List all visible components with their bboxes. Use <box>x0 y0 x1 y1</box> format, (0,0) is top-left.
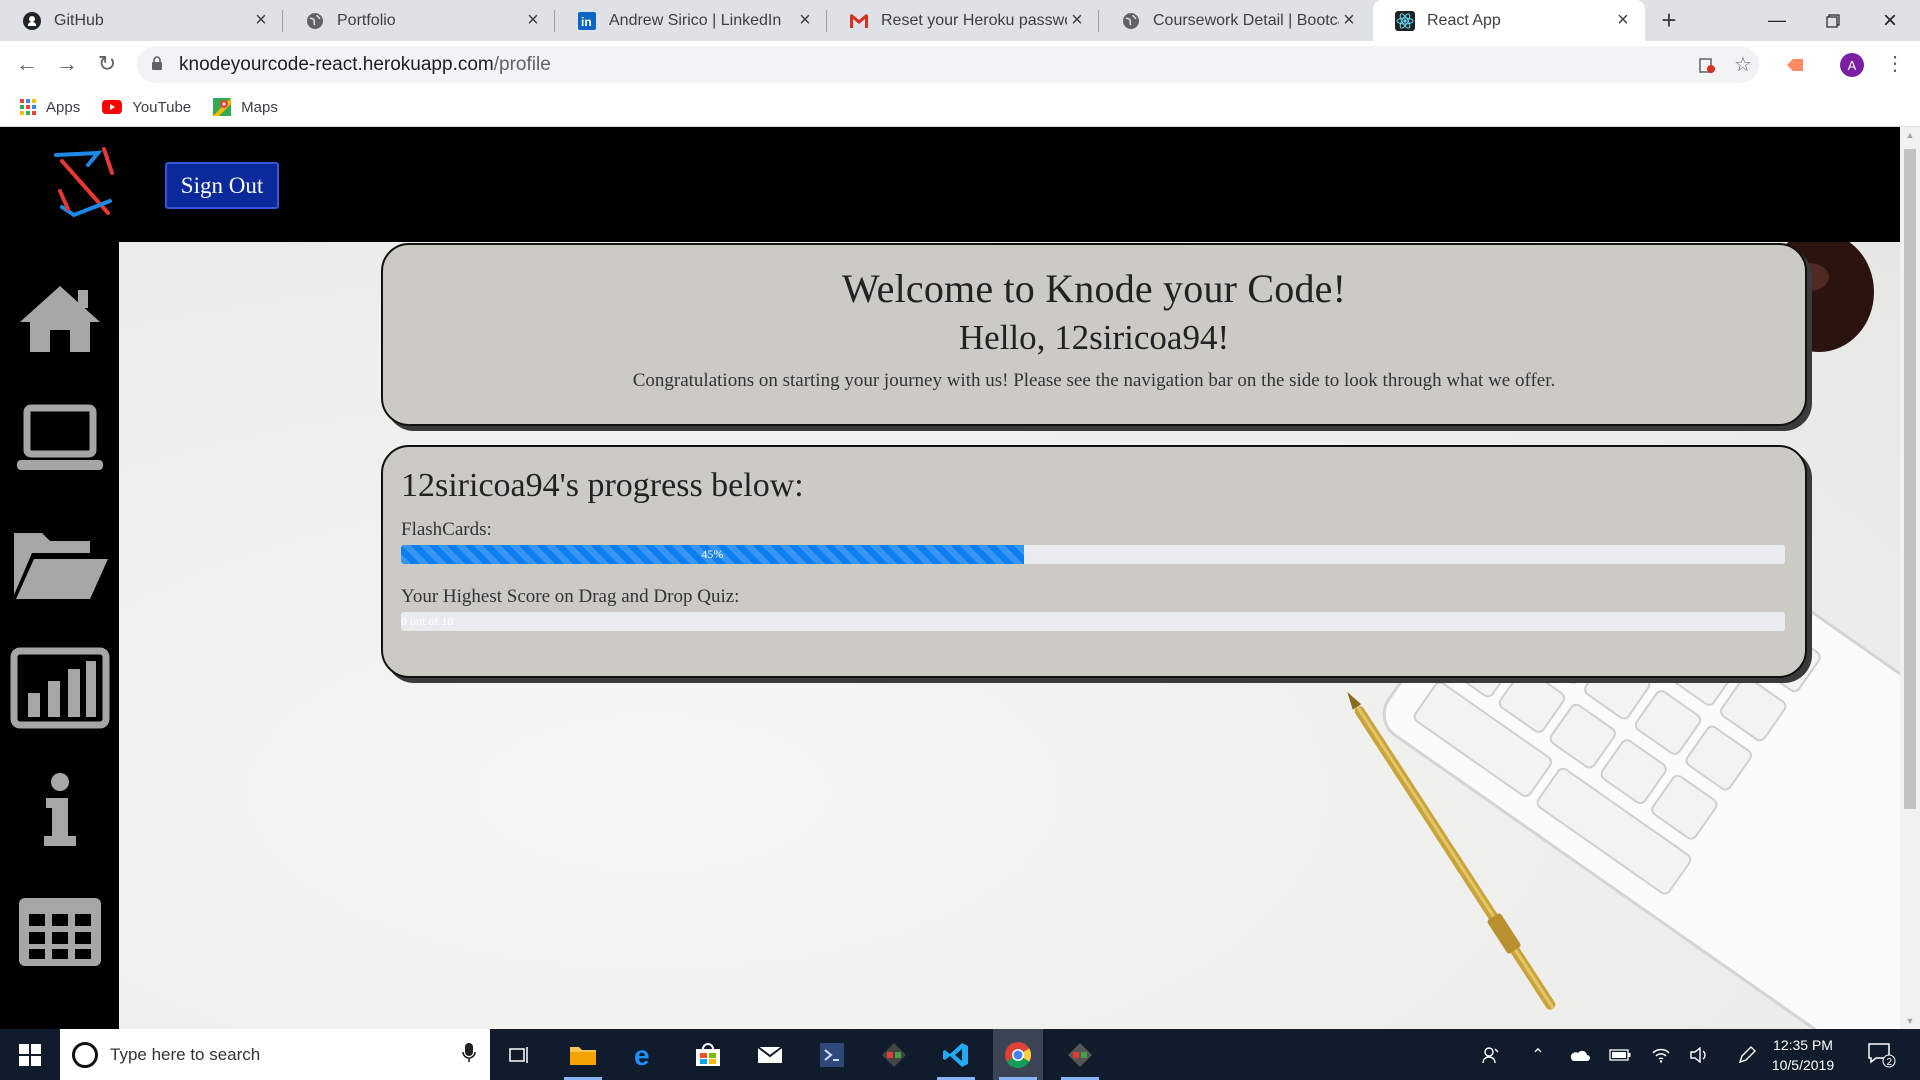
youtube-icon <box>102 100 123 114</box>
top-navbar: Sign Out <box>0 127 1900 242</box>
onedrive-icon[interactable] <box>1564 1029 1594 1080</box>
tab-portfolio[interactable]: Portfolio × <box>283 0 555 41</box>
table-grid-icon[interactable] <box>0 894 119 970</box>
windows-start-icon[interactable] <box>0 1029 60 1080</box>
vscode-icon[interactable] <box>931 1029 981 1080</box>
scrollbar-thumb[interactable] <box>1904 149 1916 809</box>
close-tab-icon[interactable]: × <box>523 9 543 32</box>
folder-open-icon[interactable] <box>0 525 119 601</box>
minimize-icon[interactable]: — <box>1749 0 1805 41</box>
microsoft-store-icon[interactable] <box>683 1029 733 1080</box>
microphone-icon[interactable] <box>462 1043 476 1068</box>
bookmark-youtube[interactable]: YouTube <box>102 99 191 116</box>
url-host: knodeyourcode-react.herokuapp.com <box>179 53 494 75</box>
close-tab-icon[interactable]: × <box>795 9 815 32</box>
home-icon[interactable] <box>0 282 119 354</box>
scroll-down-arrow[interactable]: ▼ <box>1900 1013 1920 1029</box>
action-center-icon[interactable]: 2 <box>1866 1039 1896 1069</box>
app-logo[interactable] <box>48 143 120 223</box>
url-path: /profile <box>493 53 551 75</box>
address-bar[interactable]: knodeyourcode-react.herokuapp.com/profil… <box>137 46 1759 83</box>
task-view-icon[interactable] <box>495 1029 545 1080</box>
profile-avatar[interactable]: A <box>1840 53 1864 77</box>
flashcards-label: FlashCards: <box>401 519 492 540</box>
clock-date: 10/5/2019 <box>1771 1057 1835 1073</box>
quiz-score-bar: 0 out of 10 <box>401 612 1785 631</box>
scroll-up-arrow[interactable]: ▲ <box>1900 127 1920 143</box>
people-icon[interactable] <box>1474 1029 1508 1080</box>
tab-gmail[interactable]: Reset your Heroku password × <box>827 0 1099 41</box>
bookmark-star-icon[interactable]: ☆ <box>1728 46 1758 83</box>
quiz-score-text: 0 out of 10 <box>401 614 454 628</box>
bookmarks-bar: Apps YouTube Maps <box>0 88 1920 127</box>
page-scrollbar[interactable]: ▲ ▼ <box>1900 127 1920 1029</box>
forward-button[interactable]: → <box>50 47 84 81</box>
restore-icon[interactable] <box>1805 0 1861 41</box>
apps-grid-icon <box>20 99 36 115</box>
close-tab-icon[interactable]: × <box>251 9 271 32</box>
blocked-content-icon[interactable] <box>1692 46 1722 83</box>
git-bash-icon[interactable] <box>1055 1029 1105 1080</box>
back-button[interactable]: ← <box>10 47 44 81</box>
page-viewport: Sign Out Welcome to Knode your Code! Hel… <box>0 127 1900 1029</box>
windows-taskbar: Type here to search e ⌃ 12:35 PM 10/5/20… <box>0 1029 1920 1080</box>
edge-browser-icon[interactable]: e <box>621 1029 671 1080</box>
gmail-icon <box>849 11 869 31</box>
tab-github[interactable]: GitHub × <box>0 0 283 41</box>
welcome-card: Welcome to Knode your Code! Hello, 12sir… <box>381 243 1807 426</box>
bar-chart-icon[interactable] <box>0 647 119 729</box>
tab-linkedin[interactable]: in Andrew Sirico | LinkedIn × <box>555 0 827 41</box>
welcome-message: Congratulations on starting your journey… <box>632 370 1556 391</box>
progress-card: 12siricoa94's progress below: FlashCards… <box>381 445 1807 678</box>
mail-icon[interactable] <box>745 1029 795 1080</box>
reload-button[interactable]: ↻ <box>90 47 124 81</box>
close-tab-icon[interactable]: × <box>1613 9 1633 32</box>
maps-icon <box>213 98 232 116</box>
welcome-title: Welcome to Knode your Code! <box>841 266 1347 311</box>
greeting-heading: Hello, 12siricoa94! <box>958 318 1230 357</box>
chevron-up-icon[interactable]: ⌃ <box>1523 1029 1553 1080</box>
cortana-icon <box>72 1042 98 1068</box>
browser-tab-bar: GitHub × Portfolio × in Andrew Sirico | … <box>0 0 1920 41</box>
new-tab-button[interactable]: + <box>1655 6 1683 34</box>
volume-icon[interactable] <box>1684 1029 1714 1080</box>
svg-text:in: in <box>581 15 592 29</box>
bookmark-apps[interactable]: Apps <box>20 99 80 116</box>
lock-icon <box>151 55 163 74</box>
chrome-icon[interactable] <box>993 1029 1043 1080</box>
battery-icon[interactable] <box>1605 1029 1635 1080</box>
terminal-app-icon[interactable] <box>807 1029 857 1080</box>
taskbar-clock[interactable]: 12:35 PM 10/5/2019 <box>1758 1035 1848 1075</box>
svg-text:e: e <box>634 1042 650 1068</box>
file-explorer-icon[interactable] <box>558 1029 608 1080</box>
extension-icon[interactable] <box>1780 46 1810 83</box>
tab-react-app[interactable]: React App × <box>1373 0 1645 41</box>
chrome-menu-icon[interactable]: ⋮ <box>1880 49 1910 79</box>
wifi-icon[interactable] <box>1646 1029 1676 1080</box>
react-icon <box>1395 10 1415 31</box>
laptop-icon[interactable] <box>0 404 119 474</box>
clock-time: 12:35 PM <box>1773 1037 1833 1053</box>
tab-coursework[interactable]: Coursework Detail | Bootcam × <box>1099 0 1371 41</box>
progress-heading: 12siricoa94's progress below: <box>401 467 804 504</box>
quiz-score-label: Your Highest Score on Drag and Drop Quiz… <box>401 586 740 607</box>
sign-out-button[interactable]: Sign Out <box>165 162 279 209</box>
flashcards-progress-bar: 45% <box>401 545 1785 564</box>
notification-count: 2 <box>1887 1057 1893 1068</box>
flashcards-progress-fill: 45% <box>401 545 1024 564</box>
close-window-icon[interactable]: × <box>1862 0 1918 41</box>
close-tab-icon[interactable]: × <box>1339 9 1359 32</box>
side-navbar <box>0 242 119 1029</box>
info-icon[interactable] <box>0 772 119 848</box>
globe-icon <box>1121 11 1141 31</box>
taskbar-search-box[interactable]: Type here to search <box>60 1029 490 1080</box>
close-tab-icon[interactable]: × <box>1067 9 1087 32</box>
browser-toolbar: ← → ↻ knodeyourcode-react.herokuapp.com /… <box>0 41 1920 88</box>
git-gui-icon[interactable] <box>869 1029 919 1080</box>
github-icon <box>22 11 42 31</box>
linkedin-icon: in <box>577 11 597 31</box>
bookmark-maps[interactable]: Maps <box>213 98 278 116</box>
globe-icon <box>305 11 325 31</box>
search-placeholder: Type here to search <box>110 1044 261 1064</box>
